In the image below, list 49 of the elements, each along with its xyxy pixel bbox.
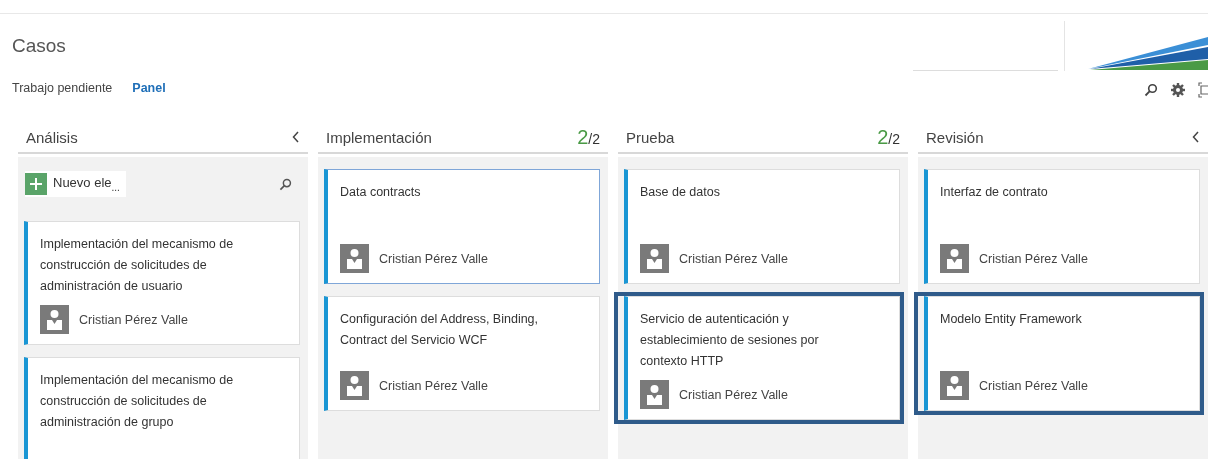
column-title: Prueba (626, 128, 675, 146)
avatar-icon (340, 244, 369, 273)
assignee-name: Cristian Pérez Valle (979, 251, 1088, 266)
avatar-icon (640, 380, 669, 409)
collapse-icon[interactable] (292, 131, 300, 143)
card-title: Base de datos (640, 184, 721, 201)
page-title: Casos (11, 34, 66, 58)
card-title: Interfaz de contrato (940, 184, 1049, 201)
search-icon[interactable] (279, 177, 292, 191)
assignee-name: Cristian Pérez Valle (679, 251, 788, 266)
assignee-name: Cristian Pérez Valle (379, 378, 488, 393)
avatar-icon (640, 244, 669, 273)
tab[interactable]: Trabajo pendiente (12, 81, 113, 95)
avatar-icon (940, 371, 969, 400)
card-title: Implementación del mecanismo de construcción de solicitudes de administración de usuario (40, 236, 235, 295)
column-title: Análisis (26, 128, 78, 146)
assignee-name: Cristian Pérez Valle (679, 387, 788, 402)
card-title: Modelo Entity Framework (940, 311, 1083, 328)
item-count: 2 (877, 125, 889, 148)
item-limit: /2 (588, 130, 600, 147)
new-item-button[interactable]: Nuevo ele$_{...}$ (25, 171, 126, 197)
avatar-icon (40, 305, 69, 334)
work-item-card[interactable]: Modelo Entity Framework Cristian Pérez Valle (924, 296, 1200, 411)
assignee-name: Cristian Pérez Valle (379, 251, 488, 266)
plus-icon (25, 173, 47, 195)
work-item-card[interactable]: Servicio de autenticación y establecimiento de sesiones por contexto HTTP Cristian Pérez Valle (624, 296, 900, 420)
assignee-name: Cristian Pérez Valle (979, 378, 1088, 393)
card-title: Servicio de autenticación y establecimiento de sesiones por contexto HTTP (640, 311, 820, 370)
work-item-card[interactable]: Interfaz de contrato Cristian Pérez Valle (924, 169, 1200, 284)
avatar-icon (340, 371, 369, 400)
column-title: Revisión (926, 128, 984, 146)
work-item-card[interactable]: Implementación del mecanismo de construcción de solicitudes de administración de grupo (24, 357, 300, 459)
item-count: 2 (577, 125, 589, 148)
fullscreen-icon[interactable] (1198, 82, 1208, 98)
assignee-name: Cristian Pérez Valle (79, 312, 188, 327)
column-title: Implementación (326, 128, 432, 146)
card-title: Data contracts (340, 184, 422, 201)
card-title: Configuración del Address, Binding, Contract del Servicio WCF (340, 311, 540, 349)
collapse-icon[interactable] (1192, 131, 1200, 143)
card-title: Implementación del mecanismo de construcción de solicitudes de administración de grupo (40, 372, 235, 431)
work-item-card[interactable]: Configuración del Address, Binding, Contract del Servicio WCF Cristian Pérez Valle (324, 296, 600, 411)
tab[interactable]: Panel (132, 81, 166, 95)
settings-icon[interactable] (1170, 82, 1186, 98)
search-icon[interactable] (1144, 83, 1158, 97)
work-item-card[interactable]: Implementación del mecanismo de construcción de solicitudes de administración de usuario Cristian Pérez Valle (24, 221, 300, 345)
avatar-icon (940, 244, 969, 273)
item-limit: /2 (888, 130, 900, 147)
work-item-card[interactable]: Data contracts Cristian Pérez Valle (324, 169, 600, 284)
work-item-card[interactable]: Base de datos Cristian Pérez Valle (624, 169, 900, 284)
